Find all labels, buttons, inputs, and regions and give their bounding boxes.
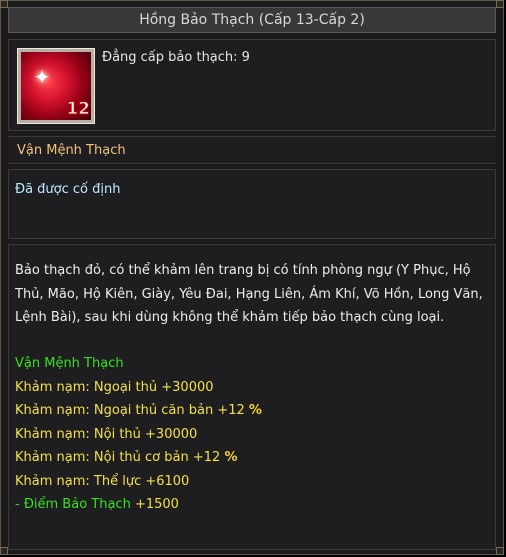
item-type-label: Vận Mệnh Thạch <box>8 136 496 164</box>
frame-corner <box>0 0 8 8</box>
percent-suffix: % <box>248 403 262 418</box>
attribute-line: Khảm nạm: Ngoại thủ căn bản +12 % <box>15 399 487 423</box>
status-section: Đã được cố định <box>8 169 496 239</box>
attribute-text: Khảm nạm: Nội thủ cơ bản +12 <box>15 450 221 465</box>
gem-score-value: +1500 <box>134 497 179 512</box>
attribute-text: Khảm nạm: Nội thủ +30000 <box>15 426 198 442</box>
item-icon-frame: ✦ 12 <box>17 48 95 124</box>
frame-corner <box>496 547 504 555</box>
gem-level-text: Đẳng cấp bảo thạch: 9 <box>102 50 250 65</box>
attribute-text: Khảm nạm: Ngoại thủ căn bản +12 <box>15 403 245 418</box>
attribute-line: Khảm nạm: Thể lực +6100 <box>15 470 487 494</box>
attribute-line: Khảm nạm: Nội thủ +30000 <box>15 423 487 447</box>
set-name: Vận Mệnh Thạch <box>15 356 124 371</box>
item-tooltip: Hồng Bảo Thạch (Cấp 13-Cấp 2) ✦ 12 Đẳng … <box>0 0 504 555</box>
attribute-text: Khảm nạm: Ngoại thủ +30000 <box>15 379 214 395</box>
attribute-list: Vận Mệnh Thạch Khảm nạm: Ngoại thủ +3000… <box>15 352 487 517</box>
attribute-line: Khảm nạm: Nội thủ cơ bản +12 % <box>15 446 487 470</box>
description-section: Bảo thạch đỏ, có thể khảm lên trang bị c… <box>8 244 496 550</box>
attribute-line: Khảm nạm: Ngoại thủ +30000 <box>15 376 487 400</box>
frame-corner <box>0 547 8 555</box>
tooltip-title: Hồng Bảo Thạch (Cấp 13-Cấp 2) <box>8 7 496 33</box>
gem-level-badge: 12 <box>66 99 91 120</box>
bound-status-text: Đã được cố định <box>15 182 121 197</box>
frame-corner <box>496 0 504 8</box>
attribute-text: Khảm nạm: Thể lực +6100 <box>15 473 190 489</box>
gem-score-line: - Điểm Bảo Thạch +1500 <box>15 493 487 517</box>
percent-suffix: % <box>224 450 238 465</box>
gem-score-label: - Điểm Bảo Thạch <box>15 497 135 512</box>
sparkle-icon: ✦ <box>33 65 51 89</box>
item-header-section: ✦ 12 Đẳng cấp bảo thạch: 9 <box>8 39 496 131</box>
item-description: Bảo thạch đỏ, có thể khảm lên trang bị c… <box>15 263 483 325</box>
